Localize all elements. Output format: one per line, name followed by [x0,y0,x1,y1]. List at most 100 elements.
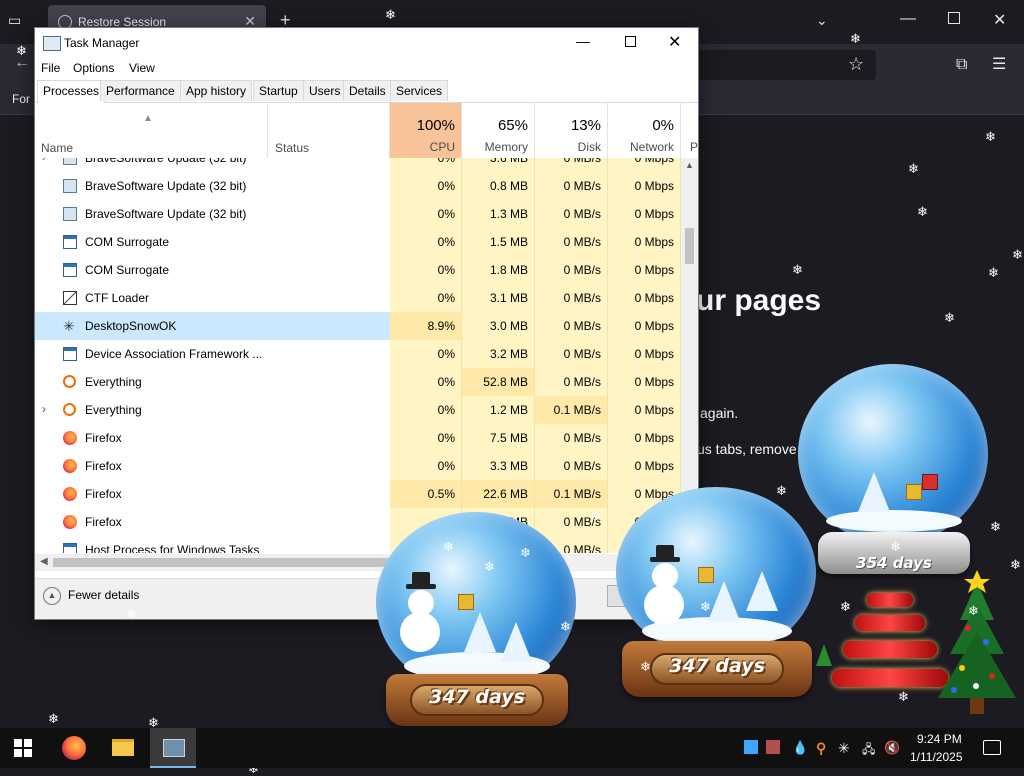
row-name-area[interactable]: BraveSoftware Update (32 bit) [35,172,390,200]
task-manager-taskbar-button[interactable] [150,728,196,768]
row-name-area[interactable]: › BraveSoftware Update (32 bit) [35,158,390,172]
table-row[interactable]: COM Surrogate 0% 1.8 MB 0 MB/s 0 Mbps [35,256,681,284]
tab-performance[interactable]: Performance [100,80,181,101]
process-name: Firefox [85,431,122,445]
scrollbar-thumb[interactable] [685,228,694,264]
table-row[interactable]: ✳ DesktopSnowOK 8.9% 3.0 MB 0 MB/s 0 Mbps [35,312,681,340]
menu-view[interactable]: View [129,61,155,75]
table-row[interactable]: Everything 0% 52.8 MB 0 MB/s 0 Mbps [35,368,681,396]
task-manager-titlebar[interactable]: Task Manager — ✕ [35,28,698,58]
tab-app-history[interactable]: App history [180,80,253,101]
column-header-status[interactable]: Status [268,103,390,158]
file-explorer-icon[interactable] [112,739,134,756]
table-row[interactable]: CTF Loader 0% 3.1 MB 0 MB/s 0 Mbps [35,284,681,312]
gift-icon [698,567,714,583]
snowflake-icon: ❄ [776,483,787,498]
tab-users[interactable]: Users [303,80,347,101]
column-header-network[interactable]: 0% Network [608,103,681,158]
clock-date[interactable]: 1/11/2025 [910,750,963,764]
chevron-up-icon[interactable]: ▲ [43,587,61,605]
row-name-area[interactable]: COM Surrogate [35,256,390,284]
scroll-up-icon[interactable]: ▲ [685,160,694,170]
row-name-area[interactable]: BraveSoftware Update (32 bit) [35,200,390,228]
windows-start-icon[interactable] [14,739,32,757]
memory-cell: 22.6 MB [462,480,535,508]
hamburger-menu-icon[interactable]: ☰ [992,54,1006,74]
browser-minimize-button[interactable]: — [900,10,916,28]
scroll-left-icon[interactable]: ◀ [40,556,48,567]
horizontal-scrollbar[interactable]: ◀ [35,554,698,571]
table-row[interactable]: ›BraveSoftware Update (32 bit)0%3.6 MB0 … [35,158,681,172]
process-list: ›BraveSoftware Update (32 bit)0%3.6 MB0 … [35,158,681,553]
firefox-icon [63,431,77,445]
snowflake-tray-icon[interactable]: ✳ [838,740,852,756]
row-name-area[interactable]: CTF Loader [35,284,390,312]
tab-processes[interactable]: Processes [37,80,106,103]
extensions-icon[interactable]: ⧉ [956,56,967,74]
column-header-power[interactable]: P [681,103,698,158]
row-name-area[interactable]: Firefox [35,424,390,452]
cpu-cell: 0% [390,340,462,368]
row-name-area[interactable]: Firefox [35,452,390,480]
row-name-area[interactable]: › Everything [35,396,390,424]
volume-muted-icon[interactable]: 🔇 [884,740,900,755]
table-row[interactable]: Firefox 0% 3.3 MB 0 MB/s 0 Mbps [35,452,681,480]
days-counter: 347 days [429,686,525,708]
chevron-down-icon[interactable]: ⌄ [816,12,828,29]
table-row[interactable]: BraveSoftware Update (32 bit) 0% 0.8 MB 0 M… [35,172,681,200]
tab-startup[interactable]: Startup [253,80,304,101]
column-header-cpu[interactable]: 100% CPU [390,103,462,158]
bookmark-item[interactable]: For [12,92,30,106]
column-header-name[interactable]: ▲ Name [35,103,268,158]
network-cell: 0 Mbps [608,284,681,312]
row-name-area[interactable]: Firefox [35,480,390,508]
minimize-button[interactable]: — [576,33,590,49]
days-plate: 347 days [410,684,544,716]
everything-search-icon[interactable]: ⚲ [816,740,830,756]
window-icon [63,543,77,553]
gift-icon [922,474,938,490]
table-row[interactable]: BraveSoftware Update (32 bit) 0% 1.3 MB 0 M… [35,200,681,228]
expand-chevron-icon[interactable]: › [42,158,46,164]
row-name-area[interactable]: Firefox [35,508,390,536]
expand-chevron-icon[interactable]: › [42,402,46,416]
table-row[interactable]: COM Surrogate 0% 1.5 MB 0 MB/s 0 Mbps [35,228,681,256]
browser-maximize-button[interactable] [948,12,960,24]
column-header-memory[interactable]: 65% Memory [462,103,535,158]
notifications-icon[interactable] [983,740,1001,755]
memory-cell: 3.1 MB [462,284,535,312]
network-cell: 0 Mbps [608,340,681,368]
snowflake-icon: ❄ [590,509,601,524]
row-name-area[interactable]: Everything [35,368,390,396]
tab-details[interactable]: Details [343,80,392,101]
network-icon[interactable]: 🖧 [862,740,876,756]
tray-app-icon[interactable] [766,740,780,754]
clock-time[interactable]: 9:24 PM [917,732,962,746]
fewer-details-link[interactable]: Fewer details [68,588,139,602]
table-row[interactable]: Device Association Framework ... 0% 3.2 MB… [35,340,681,368]
table-row[interactable]: › Everything 0% 1.2 MB 0.1 MB/s 0 Mbps [35,396,681,424]
table-row[interactable]: Firefox0MB0 MB/s0 Mbps [35,508,681,536]
menu-file[interactable]: File [41,61,60,75]
firefox-view-icon[interactable]: ▭ [8,12,30,32]
table-row[interactable]: Host Process for Windows Tasks 0 MB/s [35,536,681,553]
droplet-icon[interactable]: 💧 [792,740,808,755]
firefox-taskbar-icon[interactable] [62,736,86,760]
row-name-area[interactable]: COM Surrogate [35,228,390,256]
maximize-button[interactable] [625,36,636,47]
table-row[interactable]: Firefox 0.5% 22.6 MB 0.1 MB/s 0 Mbps [35,480,681,508]
tray-app-icon[interactable] [744,740,758,754]
column-header-disk[interactable]: 13% Disk [535,103,608,158]
cpu-cell: 0% [390,200,462,228]
row-name-area[interactable]: Host Process for Windows Tasks [35,536,390,553]
tab-services[interactable]: Services [390,80,449,101]
restore-heading: ur pages [696,284,822,317]
snowy-tree-icon [500,622,532,662]
browser-close-button[interactable]: ✕ [993,10,1006,30]
bookmark-star-icon[interactable]: ☆ [848,54,864,75]
table-row[interactable]: Firefox 0% 7.5 MB 0 MB/s 0 Mbps [35,424,681,452]
menu-options[interactable]: Options [73,61,114,75]
close-button[interactable]: ✕ [668,32,681,52]
row-name-area[interactable]: Device Association Framework ... [35,340,390,368]
row-name-area[interactable]: ✳ DesktopSnowOK [35,312,390,340]
